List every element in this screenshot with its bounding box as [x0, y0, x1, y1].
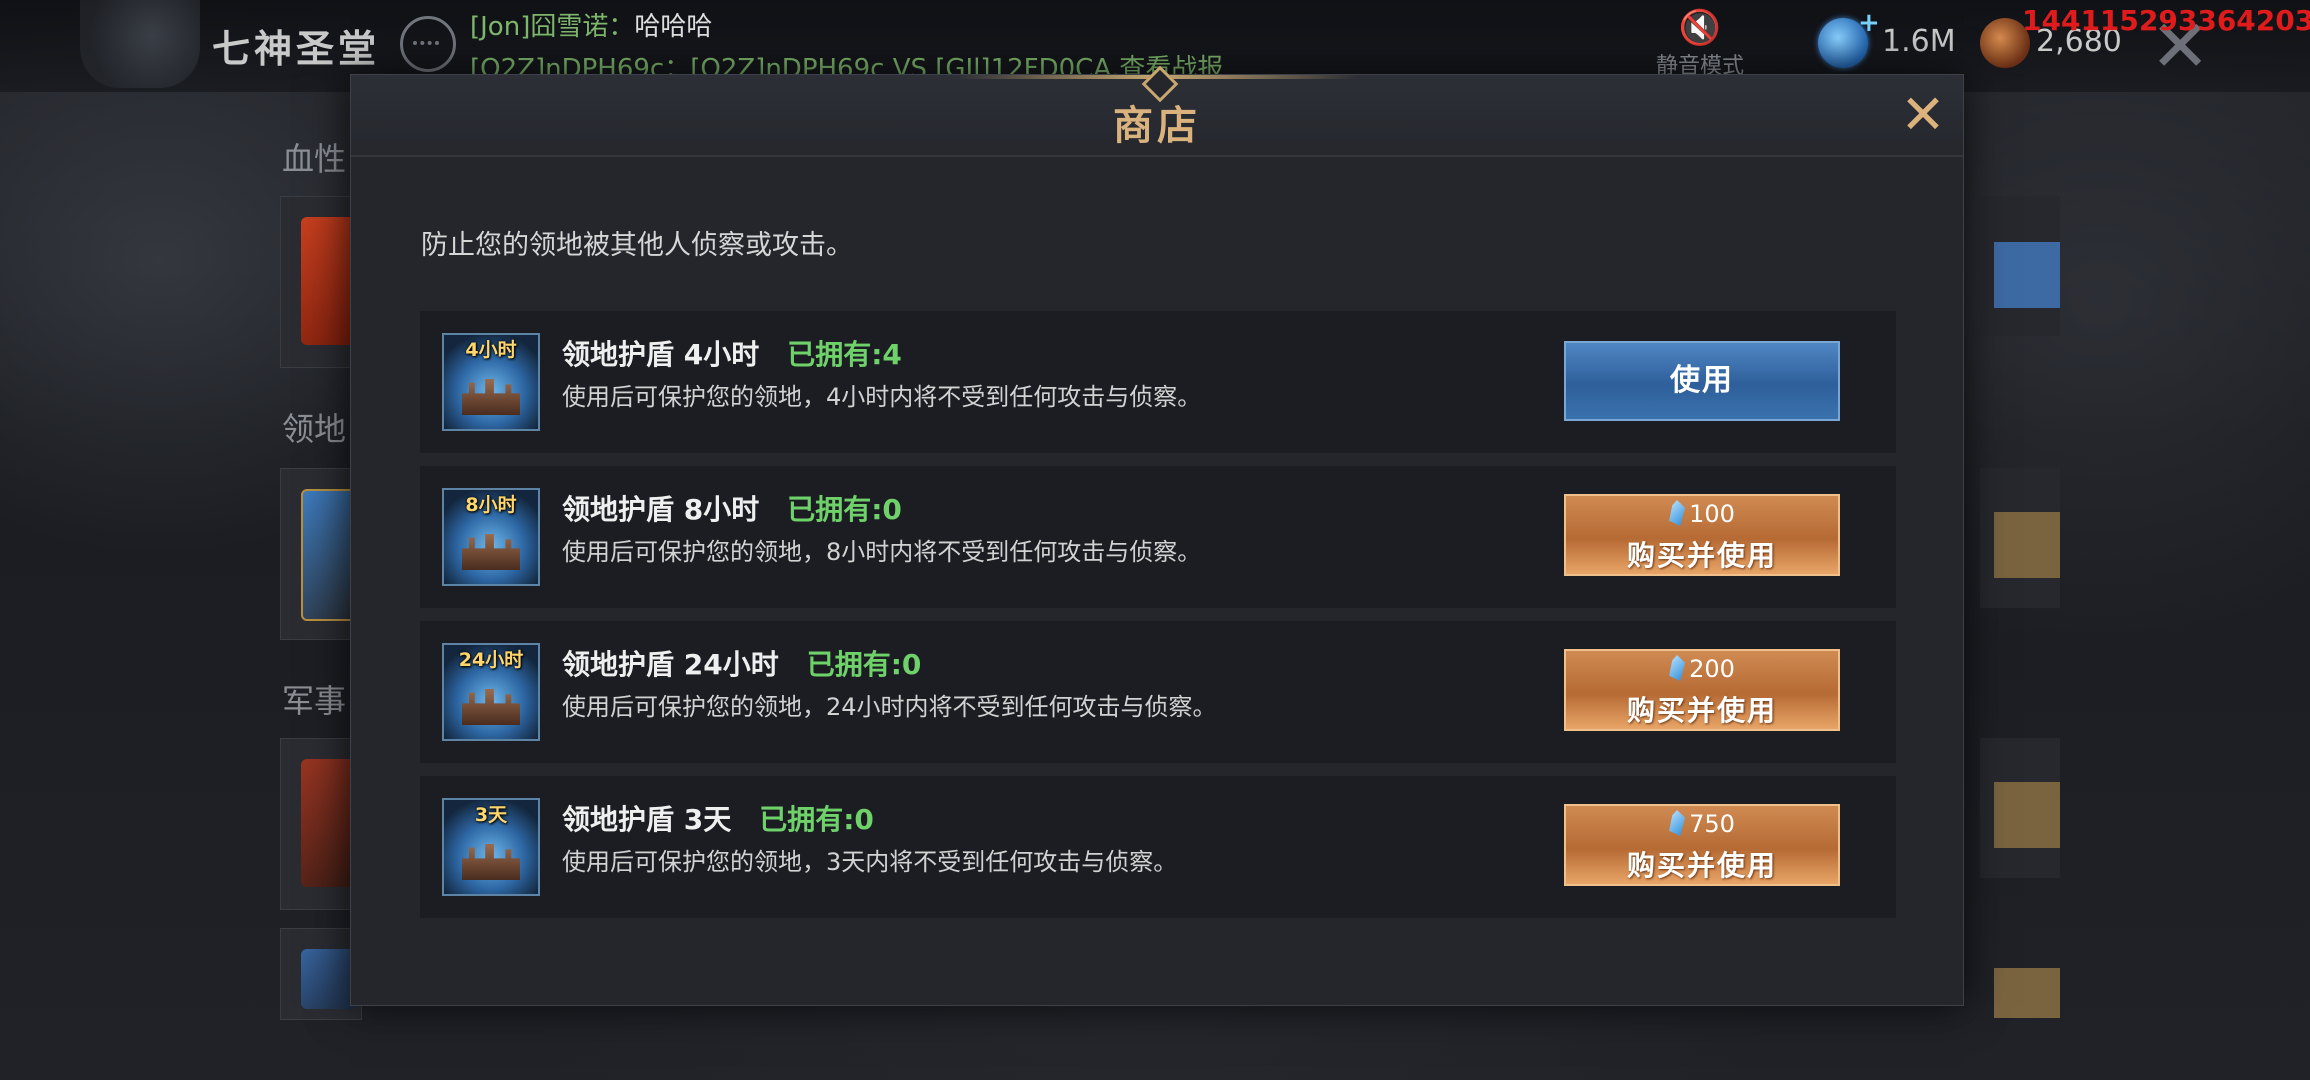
owned-count: 已拥有:4	[787, 338, 902, 371]
duration-badge: 3天	[474, 804, 508, 826]
item-title: 领地护盾 4小时	[562, 338, 760, 371]
alliance-emblem	[80, 0, 200, 88]
dialog-header: 商店 ✕	[351, 65, 1963, 157]
bg-section-label: 血性	[282, 140, 347, 178]
item-title: 领地护盾 24小时	[562, 648, 779, 681]
item-description: 使用后可保护您的领地，8小时内将不受到任何攻击与侦察。	[562, 538, 1202, 566]
buy-button-label: 购买并使用	[1626, 539, 1777, 572]
bg-right-button	[1994, 968, 2060, 1018]
item-title: 领地护盾 8小时	[562, 493, 760, 526]
price-gem-icon	[1669, 655, 1686, 681]
buy-and-use-button[interactable]: 750 购买并使用	[1564, 804, 1840, 886]
mute-icon: 🔇	[1678, 8, 1722, 48]
shop-dialog: 商店 ✕ 防止您的领地被其他人侦察或攻击。 4小时 领地护盾 4小时 已拥有:4 …	[350, 65, 1964, 1006]
owned-count: 已拥有:0	[787, 493, 902, 526]
chat-icon[interactable]	[400, 16, 456, 72]
item-description: 使用后可保护您的领地，3天内将不受到任何攻击与侦察。	[562, 848, 1178, 876]
bg-section-label: 军事	[282, 682, 347, 720]
chat-message[interactable]: [Jon]囧雪诺：哈哈哈	[470, 6, 712, 43]
buy-button-label: 购买并使用	[1626, 849, 1777, 882]
shield-item-icon: 24小时	[442, 643, 540, 741]
price-gem-icon	[1669, 500, 1686, 526]
price-value: 750	[1689, 810, 1735, 838]
price-value: 100	[1689, 500, 1735, 528]
owned-count: 已拥有:0	[759, 803, 874, 836]
use-button[interactable]: 使用	[1564, 341, 1840, 421]
item-description: 使用后可保护您的领地，24小时内将不受到任何攻击与侦察。	[562, 693, 1217, 721]
bg-right-button	[1994, 242, 2060, 308]
duration-badge: 24小时	[458, 649, 524, 671]
duration-badge: 4小时	[465, 339, 517, 361]
shop-item-row: 24小时 领地护盾 24小时 已拥有:0 使用后可保护您的领地，24小时内将不受到…	[420, 621, 1896, 763]
shop-item-row: 4小时 领地护盾 4小时 已拥有:4 使用后可保护您的领地，4小时内将不受到任何攻…	[420, 311, 1896, 453]
alliance-name[interactable]: 七神圣堂	[212, 18, 380, 73]
dialog-description: 防止您的领地被其他人侦察或攻击。	[421, 230, 853, 261]
item-name: 领地护盾 24小时 已拥有:0	[562, 643, 921, 683]
shop-item-row: 8小时 领地护盾 8小时 已拥有:0 使用后可保护您的领地，8小时内将不受到任何攻…	[420, 466, 1896, 608]
shield-item-icon: 3天	[442, 798, 540, 896]
dialog-title: 商店	[1113, 102, 1201, 149]
buy-and-use-button[interactable]: 100 购买并使用	[1564, 494, 1840, 576]
price-gem-icon	[1669, 810, 1686, 836]
price: 100	[1566, 500, 1838, 528]
duration-badge: 8小时	[465, 494, 517, 516]
chat-sender: [Jon]囧雪诺：	[470, 12, 635, 42]
shop-item-row: 3天 领地护盾 3天 已拥有:0 使用后可保护您的领地，3天内将不受到任何攻击与侦…	[420, 776, 1896, 918]
price: 200	[1566, 655, 1838, 683]
chat-text: 哈哈哈	[634, 12, 713, 42]
mute-toggle[interactable]: 🔇 静音模式	[1640, 8, 1760, 80]
item-title: 领地护盾 3天	[562, 803, 732, 836]
item-name: 领地护盾 4小时 已拥有:4	[562, 333, 902, 373]
price: 750	[1566, 810, 1838, 838]
bg-right-button	[1994, 782, 2060, 848]
owned-count: 已拥有:0	[806, 648, 922, 681]
bg-right-button	[1994, 512, 2060, 578]
close-dialog-button[interactable]: ✕	[1897, 88, 1949, 142]
buy-and-use-button[interactable]: 200 购买并使用	[1564, 649, 1840, 731]
shield-item-icon: 8小时	[442, 488, 540, 586]
item-description: 使用后可保护您的领地，4小时内将不受到任何攻击与侦察。	[562, 383, 1202, 411]
player-id: 144115293364203354	[2022, 4, 2310, 37]
gem-count: 1.6M	[1882, 24, 1956, 59]
bg-section-label: 领地	[282, 410, 347, 448]
shield-item-icon: 4小时	[442, 333, 540, 431]
item-name: 领地护盾 8小时 已拥有:0	[562, 488, 902, 528]
add-gem-icon[interactable]: +	[1858, 8, 1880, 38]
item-name: 领地护盾 3天 已拥有:0	[562, 798, 874, 838]
buy-button-label: 购买并使用	[1626, 694, 1777, 727]
price-value: 200	[1689, 655, 1735, 683]
